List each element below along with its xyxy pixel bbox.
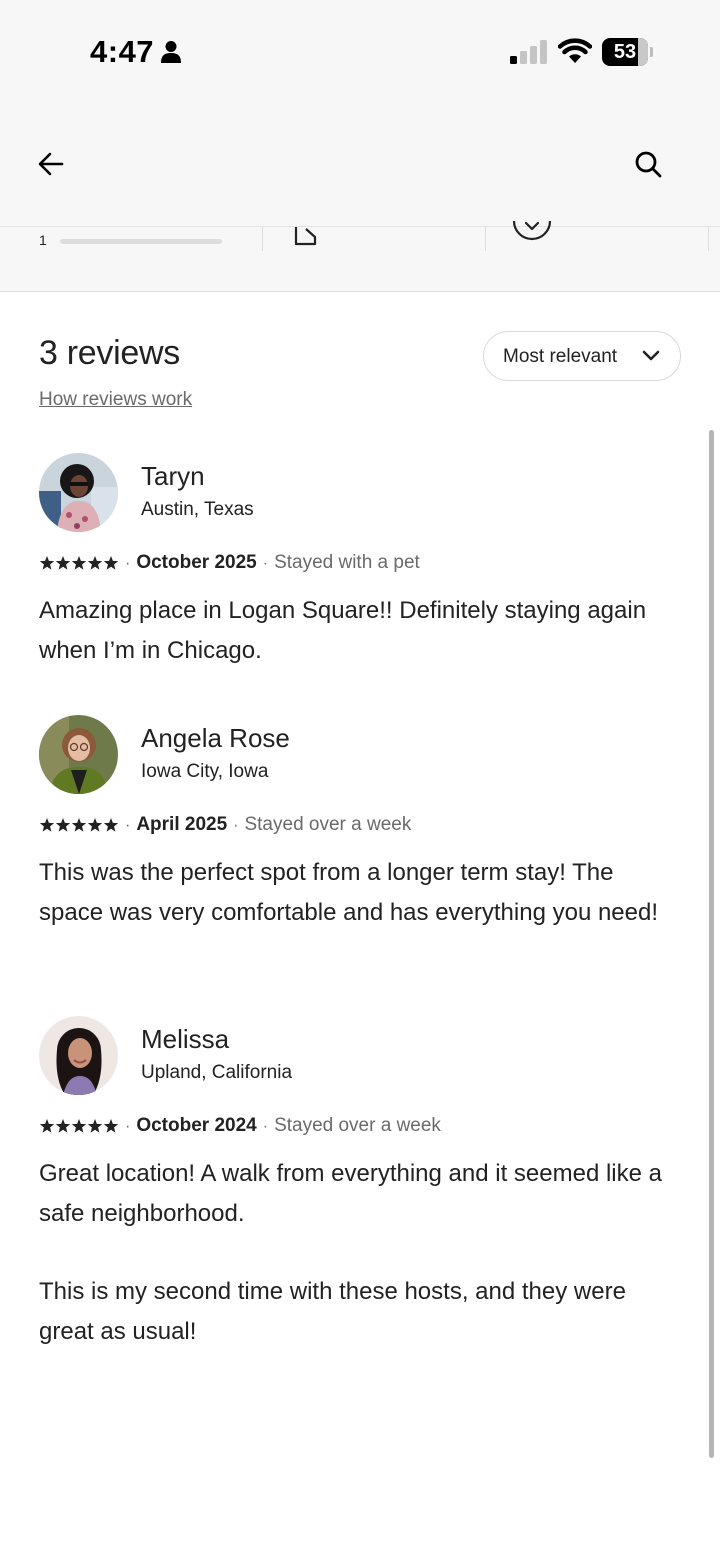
review-paragraph: This was the perfect spot from a longer … [39,859,659,926]
rating-bar [60,239,222,244]
sort-dropdown[interactable]: Most relevant [483,331,681,381]
sort-dropdown-label: Most relevant [503,346,618,367]
reviewer-name: Melissa [141,1024,230,1054]
review-paragraph: This is my second time with these hosts,… [39,1278,626,1345]
person-icon [161,41,181,63]
cellular-signal-icon [510,40,547,64]
five-star-rating [39,1118,119,1133]
status-bar: 4:47 53 [0,0,720,104]
avatar[interactable] [39,715,118,794]
review-text: Amazing place in Logan Square!! Definite… [39,591,679,671]
rating-row-number: 1 [39,232,47,248]
meta-separator: · [233,817,239,834]
reviewer-location: Iowa City, Iowa [141,761,269,782]
strip-divider [262,227,263,251]
stay-note: Stayed with a pet [274,552,420,573]
star-icon [87,817,103,832]
star-icon [55,1118,71,1133]
review-text: This was the perfect spot from a longer … [39,853,679,933]
review-date: April 2025 [136,814,228,835]
chevron-down-icon [642,350,660,361]
star-icon [71,555,87,570]
strip-divider [708,227,709,251]
review-paragraph: Great location! A walk from everything a… [39,1160,662,1227]
review-meta: · April 2025 · Stayed over a week [39,814,411,838]
meta-separator: · [125,555,131,572]
battery-indicator: 53 [602,38,653,66]
search-icon[interactable] [628,144,668,184]
wifi-icon [558,38,592,63]
reviews-count-title: 3 reviews [39,334,180,372]
back-arrow-icon[interactable] [32,144,72,184]
battery-level: 53 [613,41,637,63]
review-text: Great location! A walk from everything a… [39,1154,679,1352]
star-icon [87,555,103,570]
star-icon [71,817,87,832]
star-icon [103,817,119,832]
review-meta: · October 2025 · Stayed with a pet [39,552,420,576]
star-icon [39,555,55,570]
review-date: October 2025 [136,552,257,573]
stay-note: Stayed over a week [244,814,412,835]
meta-separator: · [262,555,269,572]
star-icon [55,817,71,832]
five-star-rating [39,817,119,832]
avatar[interactable] [39,1016,118,1095]
avatar[interactable] [39,453,118,532]
status-time: 4:47 [90,34,155,69]
meta-separator: · [262,1118,269,1135]
strip-divider [485,227,486,251]
star-icon [71,1118,87,1133]
tag-icon [294,227,317,246]
meta-separator: · [125,817,131,834]
check-circle-icon [512,220,552,241]
rating-summary-strip: 1 [0,220,720,292]
top-header-area: 4:47 53 1 [0,0,720,292]
how-reviews-work-link[interactable]: How reviews work [39,389,192,411]
meta-separator: · [125,1118,131,1135]
reviewer-location: Austin, Texas [141,499,254,520]
star-icon [103,555,119,570]
nav-bar [0,130,720,196]
star-icon [39,817,55,832]
review-date: October 2024 [136,1115,257,1136]
star-icon [55,555,71,570]
review-paragraph: Amazing place in Logan Square!! Definite… [39,597,647,664]
star-icon [87,1118,103,1133]
five-star-rating [39,555,119,570]
star-icon [39,1118,55,1133]
scrollbar[interactable] [709,430,714,1458]
review-meta: · October 2024 · Stayed over a week [39,1115,441,1139]
stay-note: Stayed over a week [274,1115,441,1136]
star-icon [103,1118,119,1133]
reviewer-name: Angela Rose [141,723,290,753]
reviewer-name: Taryn [141,461,205,491]
reviews-page: 4:47 53 1 3 reviews Most relevant How re… [0,0,720,1565]
reviewer-location: Upland, California [141,1062,293,1083]
